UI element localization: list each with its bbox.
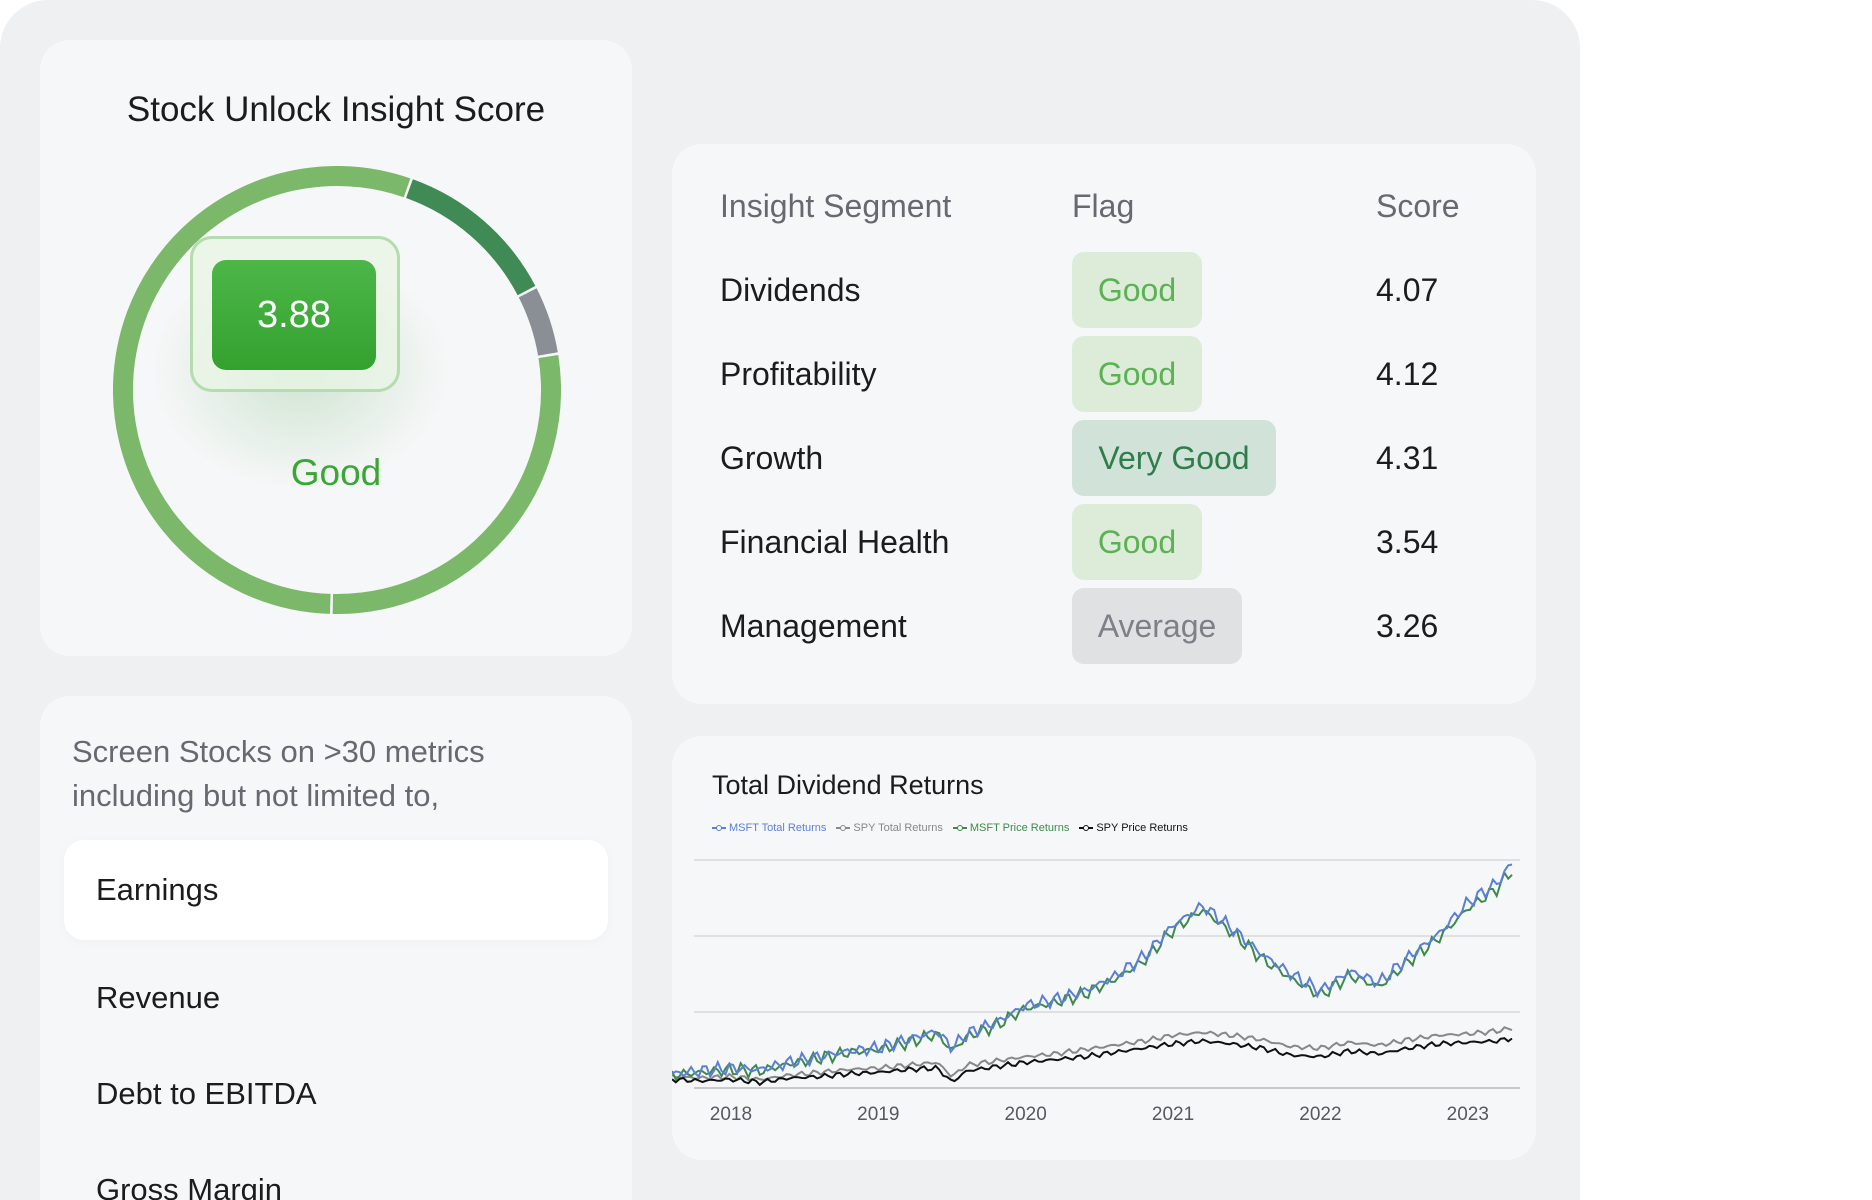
legend-label: MSFT Total Returns <box>729 822 827 834</box>
metrics-intro-text: Screen Stocks on >30 metrics including b… <box>72 734 485 813</box>
insight-score-title: Stock Unlock Insight Score <box>126 90 546 129</box>
metric-item-gross-margin[interactable]: Gross Margin <box>96 1172 282 1200</box>
chart-legend: MSFT Total Returns SPY Total Returns MSFT … <box>712 822 1188 834</box>
x-tick-label: 2022 <box>1299 1104 1341 1125</box>
x-tick-label: 2023 <box>1447 1104 1489 1125</box>
score-rating-label: Good <box>290 452 382 493</box>
segment-score: 3.54 <box>1376 524 1439 560</box>
legend-item: SPY Price Returns <box>1079 822 1188 834</box>
segment-score: 3.26 <box>1376 608 1439 644</box>
segment-name: Profitability <box>720 356 877 392</box>
legend-label: SPY Total Returns <box>853 822 943 834</box>
dividend-returns-chart: 2018 2019 2020 2021 2022 2023 <box>672 859 1520 1125</box>
gauge-segment <box>406 179 536 296</box>
legend-marker-icon <box>952 824 967 832</box>
header-score: Score <box>1376 188 1460 224</box>
x-tick-label: 2020 <box>1005 1104 1047 1125</box>
flag-badge: Good <box>1072 252 1202 328</box>
metric-item-debt-to-ebitda[interactable]: Debt to EBITDA <box>96 1076 317 1112</box>
score-badge: 3.88 <box>212 260 376 370</box>
x-tick-label: 2021 <box>1152 1104 1194 1125</box>
legend-item: MSFT Total Returns <box>712 822 826 834</box>
app-frame: Stock Unlock Insight Score 3.88 Good Ins… <box>0 0 1580 1200</box>
segment-score: 4.07 <box>1376 272 1439 308</box>
legend-label: MSFT Price Returns <box>969 822 1070 834</box>
metric-item-earnings[interactable]: Earnings <box>96 872 218 908</box>
legend-marker-icon <box>836 824 851 832</box>
flag-badge: Very Good <box>1072 420 1276 496</box>
x-tick-label: 2018 <box>710 1104 752 1125</box>
segment-name: Dividends <box>720 272 861 308</box>
gauge-segment <box>518 288 558 356</box>
legend-item: MSFT Price Returns <box>952 822 1070 834</box>
header-flag: Flag <box>1072 188 1135 224</box>
segment-score: 4.31 <box>1376 440 1439 476</box>
x-tick-label: 2019 <box>857 1104 899 1125</box>
legend-label: SPY Price Returns <box>1096 822 1188 834</box>
legend-marker-icon <box>1079 824 1094 832</box>
segment-name: Management <box>720 608 907 644</box>
flag-badge: Average <box>1072 588 1242 664</box>
chart-title: Total Dividend Returns <box>712 770 984 800</box>
segment-name: Financial Health <box>720 524 950 560</box>
flag-badge: Good <box>1072 336 1202 412</box>
segment-score: 4.12 <box>1376 356 1439 392</box>
header-insight-segment: Insight Segment <box>720 188 952 224</box>
legend-item: SPY Total Returns <box>836 822 943 834</box>
metric-item-revenue[interactable]: Revenue <box>96 980 220 1016</box>
flag-badge: Good <box>1072 504 1202 580</box>
segment-name: Growth <box>720 440 824 476</box>
legend-marker-icon <box>712 824 726 832</box>
